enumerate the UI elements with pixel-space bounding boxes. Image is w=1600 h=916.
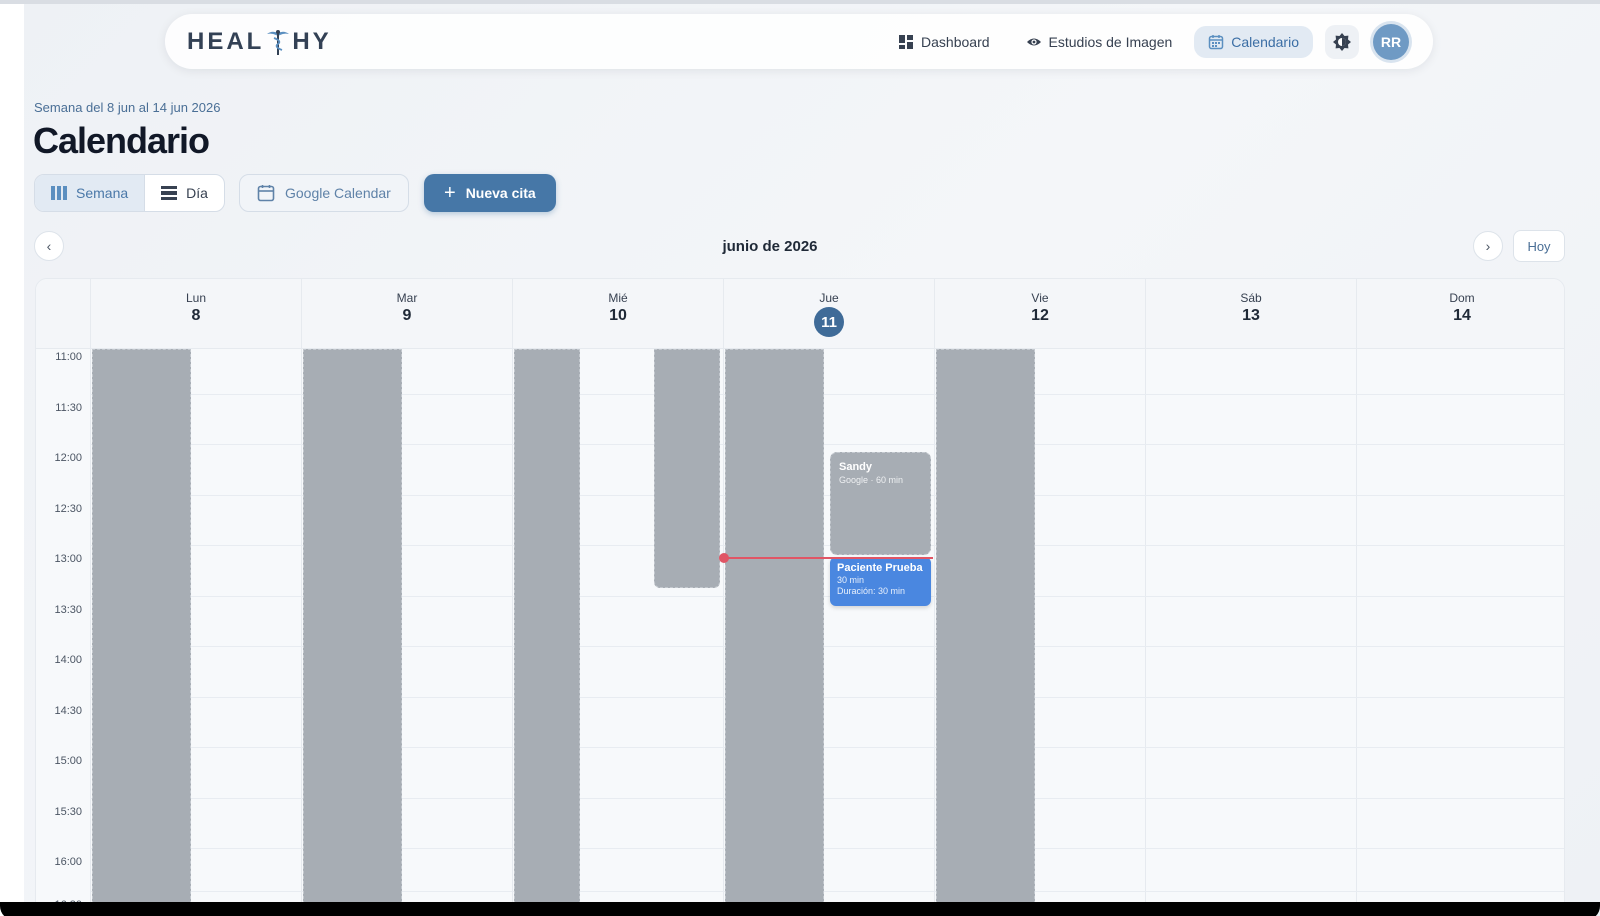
hour-label: 14:30 bbox=[54, 705, 82, 717]
day-header-wed[interactable]: Mié 10 bbox=[512, 279, 723, 349]
day-name: Jue bbox=[819, 291, 839, 305]
view-week-button[interactable]: Semana bbox=[35, 175, 146, 211]
view-day-button[interactable]: Día bbox=[145, 175, 224, 211]
view-toggle: Semana Día bbox=[34, 174, 225, 212]
day-name: Dom bbox=[1449, 291, 1475, 305]
app-logo[interactable]: HEAL HY bbox=[187, 28, 332, 56]
view-day-label: Día bbox=[186, 185, 208, 201]
columns-icon bbox=[51, 186, 67, 200]
unavailable-block bbox=[514, 349, 580, 916]
hour-label: 12:30 bbox=[54, 503, 82, 515]
event-subtitle: Google · 60 min bbox=[839, 475, 904, 485]
top-navbar: HEAL HY Dashboard Estudios de Imagen Cal… bbox=[165, 14, 1433, 69]
app-screen: HEAL HY Dashboard Estudios de Imagen Cal… bbox=[0, 0, 1600, 916]
unavailable-block bbox=[936, 349, 1035, 916]
logo-text-right: HY bbox=[292, 27, 332, 55]
day-header-sun[interactable]: Dom 14 bbox=[1356, 279, 1564, 349]
day-name: Sáb bbox=[1240, 291, 1262, 305]
nav-item-estudios[interactable]: Estudios de Imagen bbox=[1012, 26, 1187, 58]
day-name: Lun bbox=[185, 291, 207, 305]
unavailable-block bbox=[725, 349, 824, 916]
day-number: 14 bbox=[1453, 307, 1471, 324]
column-divider bbox=[934, 349, 935, 916]
current-time-line bbox=[726, 557, 933, 559]
event-title: Sandy bbox=[839, 461, 873, 473]
today-button[interactable]: Hoy bbox=[1513, 230, 1565, 262]
eye-icon bbox=[1026, 38, 1041, 45]
plus-icon: + bbox=[444, 182, 456, 204]
calendar-header: Lun 8 Mar 9 Mié 10 Jue 11 Vie 12 Sáb 13 bbox=[36, 279, 1564, 349]
day-number: 12 bbox=[1031, 307, 1049, 324]
unavailable-block bbox=[654, 349, 720, 588]
rows-icon bbox=[161, 186, 178, 200]
appointment-event[interactable]: Paciente Prueba 30 min Duración: 30 min bbox=[830, 557, 931, 606]
nav-item-calendario[interactable]: Calendario bbox=[1194, 25, 1313, 58]
caduceus-icon bbox=[267, 29, 290, 55]
nav-label-estudios: Estudios de Imagen bbox=[1048, 33, 1173, 50]
nav-menu: Dashboard Estudios de Imagen Calendario … bbox=[884, 23, 1409, 60]
today-badge: 11 bbox=[814, 307, 844, 337]
view-week-label: Semana bbox=[76, 185, 129, 201]
event-title: Paciente Prueba bbox=[837, 562, 923, 574]
column-divider bbox=[90, 349, 91, 916]
day-header-fri[interactable]: Vie 12 bbox=[934, 279, 1145, 349]
day-header-thu[interactable]: Jue 11 bbox=[723, 279, 934, 349]
chevron-right-icon: › bbox=[1485, 238, 1491, 254]
nav-label-calendario: Calendario bbox=[1231, 33, 1299, 50]
unavailable-block bbox=[92, 349, 191, 916]
current-time-dot bbox=[719, 553, 729, 563]
window-bottom-edge bbox=[0, 902, 1600, 916]
new-appointment-label: Nueva cita bbox=[465, 185, 536, 201]
theme-toggle-button[interactable] bbox=[1325, 24, 1359, 59]
column-divider bbox=[1145, 349, 1146, 916]
day-number: 8 bbox=[191, 307, 201, 324]
day-number: 9 bbox=[402, 307, 412, 324]
nav-label-dashboard: Dashboard bbox=[921, 33, 990, 50]
new-appointment-button[interactable]: + Nueva cita bbox=[424, 174, 556, 212]
logo-text-left: HEAL bbox=[187, 27, 265, 55]
unavailable-block bbox=[303, 349, 402, 916]
google-event[interactable]: Sandy Google · 60 min bbox=[830, 452, 931, 555]
hour-label: 15:30 bbox=[54, 806, 82, 818]
hour-label: 13:30 bbox=[54, 604, 82, 616]
calendar-icon bbox=[257, 185, 275, 202]
next-week-button[interactable]: › bbox=[1473, 231, 1503, 261]
hour-label: 11:30 bbox=[55, 402, 82, 414]
column-divider bbox=[301, 349, 302, 916]
hour-label: 15:00 bbox=[54, 755, 82, 767]
google-calendar-button[interactable]: Google Calendar bbox=[239, 174, 409, 212]
window-edge bbox=[0, 4, 24, 916]
column-divider bbox=[1356, 349, 1357, 916]
brightness-icon bbox=[1333, 32, 1351, 51]
day-name: Mié bbox=[608, 291, 628, 305]
hour-label: 11:00 bbox=[55, 351, 82, 363]
calendar-icon bbox=[1209, 34, 1224, 49]
nav-item-dashboard[interactable]: Dashboard bbox=[884, 26, 1004, 58]
day-number: 13 bbox=[1242, 307, 1260, 324]
week-calendar: Lun 8 Mar 9 Mié 10 Jue 11 Vie 12 Sáb 13 bbox=[35, 278, 1565, 916]
column-divider bbox=[512, 349, 513, 916]
day-header-mon[interactable]: Lun 8 bbox=[90, 279, 301, 349]
google-calendar-label: Google Calendar bbox=[285, 185, 391, 201]
event-duration-long: Duración: 30 min bbox=[837, 586, 906, 596]
week-range-label: Semana del 8 jun al 14 jun 2026 bbox=[34, 100, 221, 115]
day-name: Vie bbox=[1031, 291, 1049, 305]
hour-label: 12:00 bbox=[54, 452, 82, 464]
hour-label: 16:00 bbox=[54, 856, 82, 868]
day-name: Mar bbox=[396, 291, 418, 305]
column-divider bbox=[723, 349, 724, 916]
day-header-tue[interactable]: Mar 9 bbox=[301, 279, 512, 349]
page-title: Calendario bbox=[33, 120, 210, 161]
grid-icon bbox=[899, 34, 914, 49]
hour-label: 13:00 bbox=[54, 553, 82, 565]
event-duration-short: 30 min bbox=[837, 575, 865, 585]
hour-label: 14:00 bbox=[54, 654, 82, 666]
month-label: junio de 2026 bbox=[722, 238, 818, 255]
user-avatar[interactable]: RR bbox=[1373, 23, 1409, 60]
day-number: 10 bbox=[609, 307, 627, 324]
day-header-sat[interactable]: Sáb 13 bbox=[1145, 279, 1356, 349]
